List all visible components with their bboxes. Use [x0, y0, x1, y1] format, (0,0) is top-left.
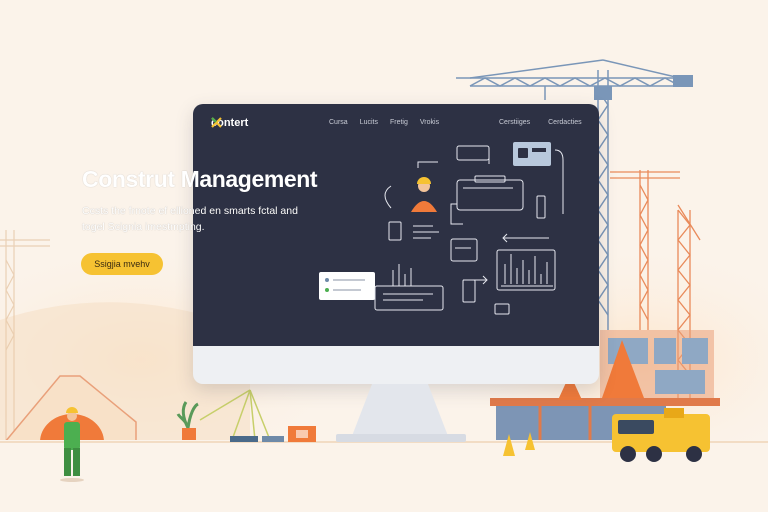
truck-icon	[612, 408, 710, 462]
cta-button[interactable]: Ssigjia mvehv	[81, 253, 163, 275]
hero-subtitle: Ccsts the frnote ef ellioned en smarts f…	[82, 205, 298, 233]
monitor: contert Cursa Lucits Fretig Vrokis Cerst…	[193, 104, 599, 384]
construction-scene: contert Cursa Lucits Fretig Vrokis Cerst…	[0, 0, 768, 512]
hero-title: Construt Management	[82, 166, 318, 192]
worker-avatar-icon	[411, 177, 437, 212]
